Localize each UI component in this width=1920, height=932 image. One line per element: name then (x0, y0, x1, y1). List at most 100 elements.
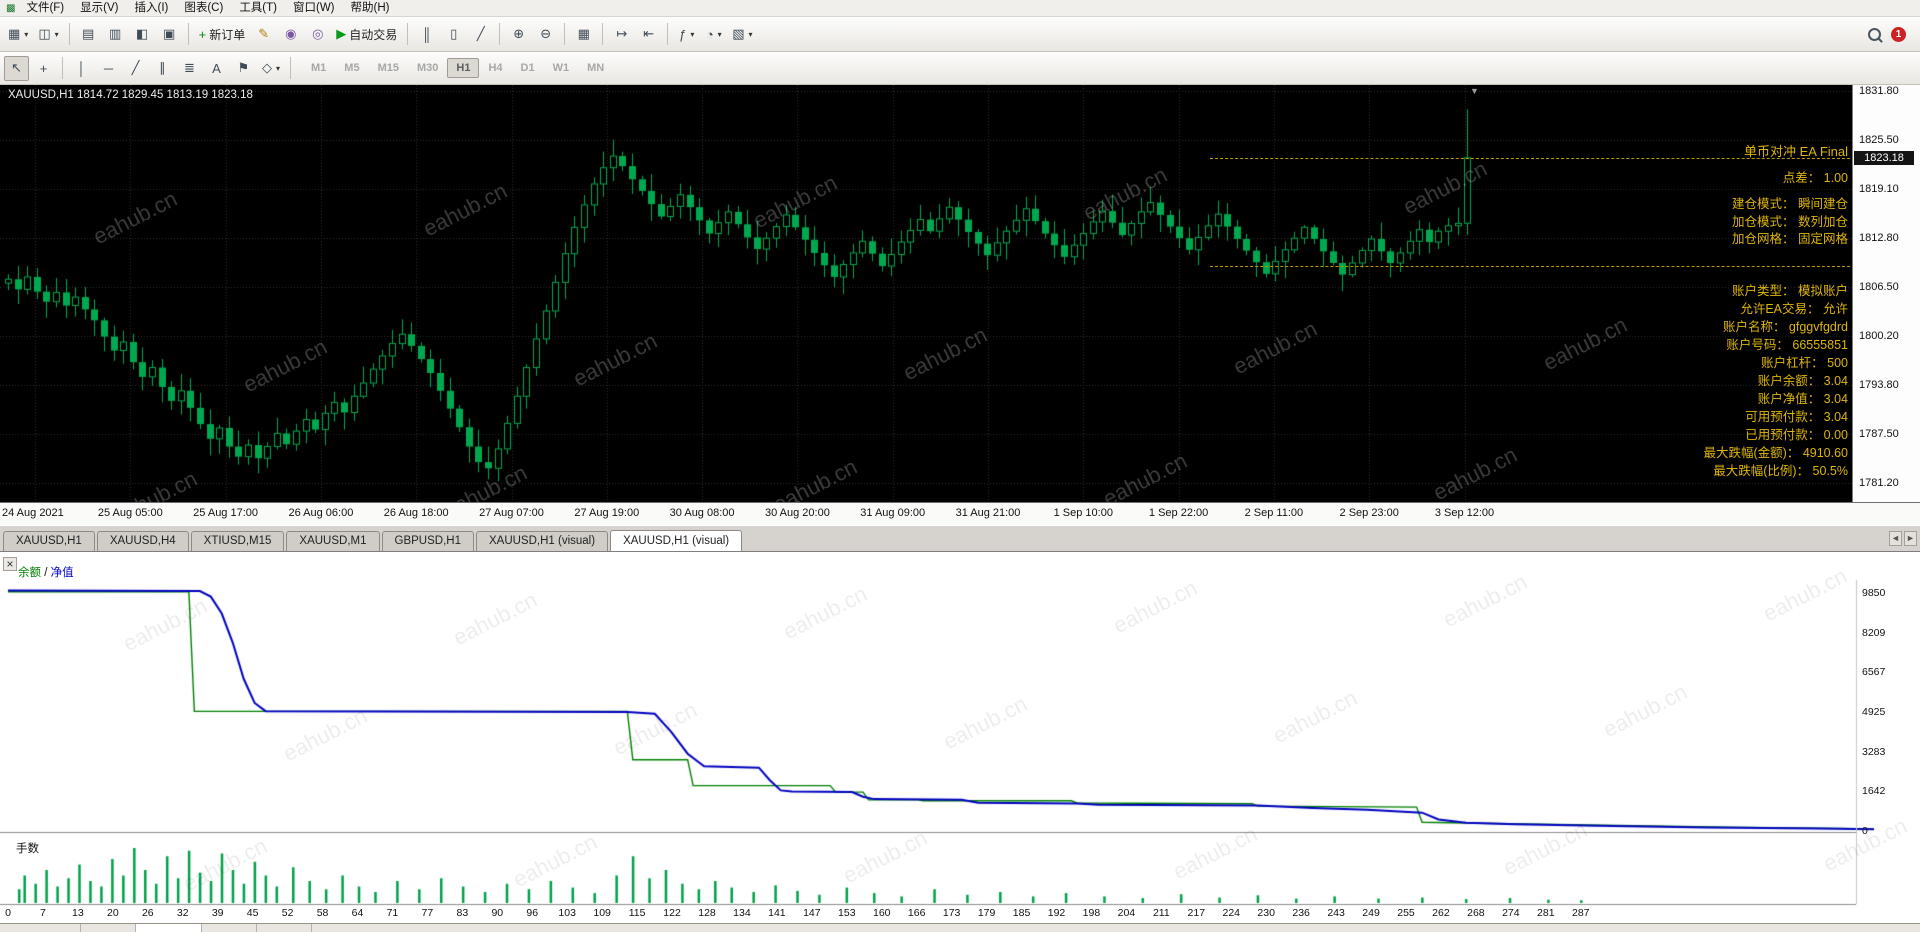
equidistant-channel-button[interactable]: ∥ (150, 56, 175, 81)
toolbar-right-cluster: 1 (1868, 27, 1920, 42)
tester-tab-1[interactable]: 结果 (81, 924, 136, 932)
menu-item-4[interactable]: 工具(T) (231, 2, 285, 14)
chart-shift-icon: ⇤ (643, 26, 654, 42)
tab-scroll-left-button[interactable]: ◄ (1889, 531, 1902, 546)
chart-tab-5[interactable]: XAUUSD,H1 (visual) (476, 531, 608, 551)
time-axis-label: 31 Aug 21:00 (943, 507, 1033, 519)
navigator-button[interactable]: ◧ (130, 22, 155, 47)
templates-button[interactable]: ▧▾ (728, 22, 756, 47)
time-axis-label: 2 Sep 11:00 (1229, 507, 1319, 519)
zoom-in-button[interactable]: ⊕ (506, 22, 531, 47)
data-window-button[interactable]: ▥ (103, 22, 128, 47)
dropdown-caret-icon[interactable]: ▾ (55, 30, 59, 39)
tile-windows-button[interactable]: ▦ (571, 22, 596, 47)
tester-tab-2[interactable]: 净值图 (136, 924, 202, 932)
toolbar-separator (290, 57, 291, 79)
tester-tab-0[interactable]: 设置 (26, 924, 81, 932)
time-axis-label: 26 Aug 18:00 (371, 507, 461, 519)
chart-tab-4[interactable]: GBPUSD,H1 (382, 531, 474, 551)
menu-item-1[interactable]: 显示(V) (72, 2, 126, 14)
chart-tab-1[interactable]: XAUUSD,H4 (97, 531, 189, 551)
menu-item-6[interactable]: 帮助(H) (343, 2, 398, 14)
timeframe-m5-button[interactable]: M5 (335, 58, 368, 78)
dropdown-caret-icon[interactable]: ▾ (749, 30, 753, 39)
time-axis[interactable]: 24 Aug 202125 Aug 05:0025 Aug 17:0026 Au… (0, 502, 1920, 525)
crosshair-button[interactable]: + (31, 56, 56, 81)
toolbar-separator (667, 23, 668, 45)
close-tester-button[interactable]: × (3, 557, 17, 571)
new-chart-button[interactable]: ▦▾ (4, 22, 32, 47)
timeframe-group: M1M5M15M30H1H4D1W1MN (302, 58, 613, 78)
auto-trading-button[interactable]: ▶自动交易 (332, 22, 401, 47)
candlestick-mode-button[interactable]: ▯ (441, 22, 466, 47)
menu-item-3[interactable]: 图表(C) (176, 2, 231, 14)
menu-item-5[interactable]: 窗口(W) (285, 2, 343, 14)
mql5-community-button[interactable]: ◉ (278, 22, 303, 47)
notification-badge[interactable]: 1 (1891, 27, 1906, 42)
arrows-tool-icon: ⚑ (238, 60, 250, 76)
balance-legend-label: 余额 (18, 567, 41, 579)
timeframe-mn-button[interactable]: MN (578, 58, 613, 78)
terminal-button[interactable]: ▣ (157, 22, 182, 47)
equidistant-channel-icon: ∥ (159, 60, 166, 76)
price-scale[interactable]: 1823.18 1831.801825.501819.101812.801806… (1852, 85, 1920, 502)
cursor-button[interactable]: ↖ (4, 56, 29, 81)
current-price-tag: 1823.18 (1854, 151, 1914, 165)
timeframe-h1-button[interactable]: H1 (447, 58, 479, 78)
price-chart-canvas[interactable] (0, 85, 1853, 502)
periods-button[interactable]: ◔▾ (701, 22, 726, 47)
timeframe-m1-button[interactable]: M1 (302, 58, 335, 78)
tab-scroll-right-button[interactable]: ► (1904, 531, 1917, 546)
dropdown-caret-icon[interactable]: ▾ (24, 30, 28, 39)
equity-axis-label: 8209 (1862, 627, 1914, 639)
chart-tab-6[interactable]: XAUUSD,H1 (visual) (610, 530, 742, 551)
time-axis-label: 31 Aug 09:00 (848, 507, 938, 519)
menu-item-0[interactable]: 文件(F) (18, 2, 72, 14)
zoom-out-button[interactable]: ⊖ (533, 22, 558, 47)
new-order-button[interactable]: +新订单 (195, 22, 250, 47)
arrows-tool-button[interactable]: ⚑ (231, 56, 256, 81)
profiles-button[interactable]: ◫▾ (34, 22, 62, 47)
indicators-button[interactable]: ƒ▾ (674, 22, 699, 47)
chart-tab-0[interactable]: XAUUSD,H1 (3, 531, 95, 551)
search-icon[interactable] (1868, 28, 1881, 41)
tester-tab-3[interactable]: 报告 (202, 924, 257, 932)
timeframe-h4-button[interactable]: H4 (479, 58, 511, 78)
auto-scroll-button[interactable]: ↦ (609, 22, 634, 47)
time-axis-label: 1 Sep 22:00 (1134, 507, 1224, 519)
timeframe-w1-button[interactable]: W1 (544, 58, 579, 78)
line-chart-mode-button[interactable]: ╱ (468, 22, 493, 47)
dropdown-caret-icon[interactable]: ▾ (276, 64, 280, 73)
trendline-button[interactable]: ╱ (123, 56, 148, 81)
zoom-out-icon: ⊖ (540, 26, 551, 42)
dropdown-caret-icon[interactable]: ▾ (718, 30, 722, 39)
metaeditor-icon: ✎ (258, 26, 269, 42)
timeframe-d1-button[interactable]: D1 (512, 58, 544, 78)
metaeditor-button[interactable]: ✎ (251, 22, 276, 47)
price-chart-window[interactable]: XAUUSD,H1 1814.72 1829.45 1813.19 1823.1… (0, 85, 1920, 502)
shapes-button[interactable]: ◇▾ (258, 56, 284, 81)
tester-chart-canvas[interactable] (0, 552, 1920, 932)
menu-item-2[interactable]: 插入(I) (126, 2, 176, 14)
market-watch-button[interactable]: ▤ (76, 22, 101, 47)
time-axis-label: 30 Aug 20:00 (752, 507, 842, 519)
price-axis-label: 1812.80 (1853, 232, 1920, 244)
dropdown-caret-icon[interactable]: ▾ (690, 30, 694, 39)
text-label-button[interactable]: A (204, 56, 229, 81)
price-axis-label: 1825.50 (1853, 134, 1920, 146)
auto-trading-label: 自动交易 (349, 26, 397, 43)
market-button[interactable]: ◎ (305, 22, 330, 47)
chart-tab-2[interactable]: XTIUSD,M15 (191, 531, 285, 551)
time-axis-label: 26 Aug 06:00 (276, 507, 366, 519)
fibonacci-retracement-button[interactable]: ≣ (177, 56, 202, 81)
timeframe-m30-button[interactable]: M30 (408, 58, 447, 78)
time-axis-label: 3 Sep 12:00 (1420, 507, 1510, 519)
tester-tab-4[interactable]: 日志 (257, 924, 312, 932)
chart-tab-3[interactable]: XAUUSD,M1 (286, 531, 379, 551)
horizontal-line-button[interactable]: ─ (96, 56, 121, 81)
bar-chart-mode-button[interactable]: ║ (414, 22, 439, 47)
chart-shift-button[interactable]: ⇤ (636, 22, 661, 47)
market-icon: ◎ (312, 26, 323, 42)
timeframe-m15-button[interactable]: M15 (369, 58, 408, 78)
vertical-line-button[interactable]: │ (69, 56, 94, 81)
